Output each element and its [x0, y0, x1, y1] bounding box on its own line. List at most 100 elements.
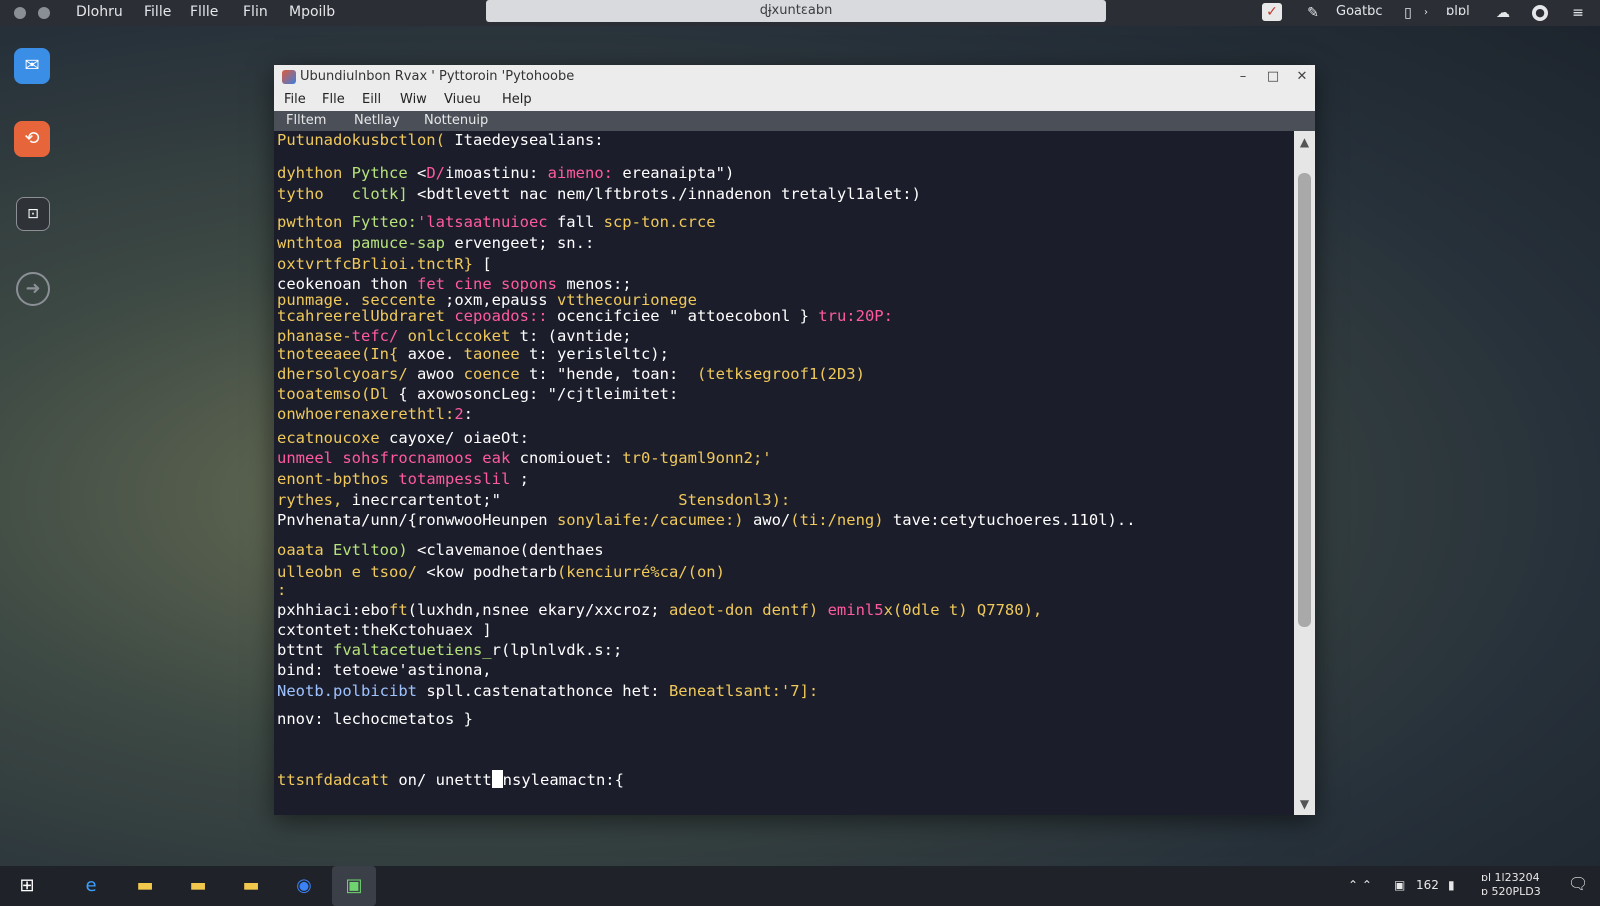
scroll-down-icon[interactable]: ▼	[1294, 797, 1315, 811]
menu-view[interactable]: Viueu	[444, 92, 481, 107]
terminal-line: unmeel sohsfrocnamoos eak cnomiouet: tr0…	[277, 449, 772, 467]
windows-start-icon[interactable]: ⊞	[12, 872, 42, 900]
terminal-line: ttsnfdadcatt on/ unettt nsyleamactn:{	[277, 770, 624, 789]
terminal-text: totampesslil	[398, 470, 520, 488]
terminal-line: pwthton Fytteo:'latsaatnuioec fall scp-t…	[277, 213, 716, 231]
close-icon[interactable]: ✕	[1293, 68, 1311, 86]
window-titlebar[interactable]: Ubundiulnbon Rvax ' Pyttoroin 'Pytohoobe…	[274, 65, 1315, 89]
terminal-line: nnov: lechocmetatos }	[277, 710, 473, 728]
file-explorer-icon[interactable]: ▬	[130, 872, 160, 900]
terminal-line: tooatemso(Dl { axowosoncLeg: "/cjtleimit…	[277, 385, 678, 403]
terminal-text: enont-bpthos	[277, 470, 399, 488]
terminal-line: dhersolcyoars/ awoo coence t: "hende, to…	[277, 365, 865, 383]
tray-volume-icon[interactable]: ▮	[1448, 878, 1455, 892]
terminal-line: oxtvrtfcBrlioi.tnctR} [	[277, 255, 492, 273]
clock-time: ɒl 1l23204	[1481, 871, 1540, 884]
terminal-text: onlclccoket	[407, 327, 520, 345]
terminal-text: oaata	[277, 541, 333, 559]
terminal-text: D/	[426, 164, 445, 182]
terminal-text: Beneatlsant:'7]:	[668, 682, 819, 700]
top-menu-item[interactable]: Dlohru	[76, 4, 123, 20]
edge-browser-icon[interactable]: e	[76, 872, 106, 900]
terminal-output[interactable]: Putunadokusbctlon( Itaedeysealians: dyhth…	[274, 131, 1294, 815]
terminal-text: r(lplnlvdk.s:;	[491, 641, 623, 659]
terminal-text: lechocmetatos }	[333, 710, 473, 728]
close-dot-icon[interactable]	[14, 7, 26, 19]
terminal-window: Ubundiulnbon Rvax ' Pyttoroin 'Pytohoobe…	[274, 65, 1315, 815]
menu-icon[interactable]: ≡	[1568, 3, 1588, 23]
maximize-icon[interactable]: □	[1264, 68, 1282, 86]
cloud-icon[interactable]: ☁	[1493, 3, 1513, 23]
app-icon[interactable]: ⟲	[14, 121, 50, 157]
terminal-text: <kow podhetarb	[426, 563, 557, 581]
status-label-2[interactable]: ɒlɒl	[1446, 4, 1470, 19]
top-menu-item[interactable]: Flin	[243, 4, 268, 20]
terminal-text: {ronwwooHeunpen	[407, 511, 557, 529]
menu-flle[interactable]: Flle	[322, 92, 345, 107]
terminal-text: ulleobn e tsoo/	[277, 563, 427, 581]
terminal-line: bttnt fvaltacetuetiens_r(lplnlvdk.s:;	[277, 641, 622, 659]
top-menu-item[interactable]: Mpoilb	[289, 4, 335, 20]
terminal-text: Pythce	[351, 164, 417, 182]
tab-nottenuip[interactable]: Nottenuip	[424, 113, 488, 128]
menu-file[interactable]: File	[284, 92, 306, 107]
terminal-text: taonee	[463, 345, 529, 363]
tray-chevron-icon[interactable]: ⌃ ⌃	[1348, 878, 1372, 892]
tray-network-icon[interactable]: ▣	[1394, 878, 1405, 892]
terminal-text: awo/	[752, 511, 791, 529]
user-icon[interactable]: ●	[1532, 5, 1548, 21]
scroll-up-icon[interactable]: ▲	[1294, 135, 1315, 149]
panel-icon[interactable]: ▯	[1398, 3, 1418, 23]
top-menu-item[interactable]: Fille	[144, 4, 171, 20]
menu-eill[interactable]: Eill	[362, 92, 381, 107]
tray-text[interactable]: 162	[1416, 878, 1439, 892]
terminal-text: Putunadokusbctlon(	[277, 131, 455, 149]
terminal-text: Itaedeysealians:	[454, 131, 604, 149]
terminal-text: tytho	[277, 185, 352, 203]
terminal-text: scp-ton.crce	[603, 213, 716, 231]
terminal-line: Putunadokusbctlon( Itaedeysealians:	[277, 131, 604, 149]
chat-icon[interactable]: ✉	[14, 48, 50, 84]
terminal-text: dyhthon	[277, 164, 352, 182]
terminal-line: dyhthon Pythce <D/imoastinu: aimeno: ere…	[277, 164, 734, 182]
text-cursor	[491, 770, 503, 788]
menu-wiw[interactable]: Wiw	[400, 92, 427, 107]
tab-netllay[interactable]: Netllay	[354, 113, 400, 128]
terminal-line: rythes, inecrcartentot;" Stensdonl3):	[277, 491, 790, 509]
terminal-text: cayoxe/ oiaeOt:	[388, 429, 529, 447]
top-menu-item[interactable]: Fllle	[190, 4, 218, 20]
tab-filtem[interactable]: Flltem	[286, 113, 326, 128]
terminal-text: pxhhiaci:ebo	[277, 601, 389, 619]
terminal-text: t: yerisleltc);	[528, 345, 669, 363]
terminal-text: t: "hende, toan:	[528, 365, 697, 383]
terminal-text: clotk]	[351, 185, 417, 203]
minimize-icon[interactable]: –	[1234, 68, 1252, 86]
status-label[interactable]: Goatbc	[1336, 4, 1383, 19]
menu-help[interactable]: Help	[502, 92, 532, 107]
terminal-text: Fytteo:	[351, 213, 417, 231]
terminal-text: fall	[556, 213, 604, 231]
terminal-text: <clavemanoe(denthaes	[417, 541, 604, 559]
notifications-icon[interactable]: 🗨	[1568, 874, 1588, 893]
clock[interactable]: ɒl 1l23204 ɒ 520PLD3	[1481, 871, 1541, 899]
terminal-text: ecatnoucoxe	[277, 429, 389, 447]
app-blue-icon[interactable]: ◉	[289, 872, 319, 900]
terminal-text: pamuce-sap	[351, 234, 455, 252]
minimize-dot-icon[interactable]	[38, 7, 50, 19]
update-icon[interactable]: ➜	[16, 272, 50, 306]
folder2-icon[interactable]: ▬	[236, 872, 266, 900]
chevron-icon[interactable]: ›	[1416, 3, 1436, 23]
terminal-text: bind:	[277, 661, 333, 679]
vertical-scrollbar[interactable]: ▲ ▼	[1294, 131, 1315, 815]
search-input[interactable]: ɖɉxuntεabn	[486, 0, 1106, 22]
terminal-text: ;	[519, 470, 529, 488]
folder-icon[interactable]: ▬	[183, 872, 213, 900]
edit-icon[interactable]: ✎	[1303, 3, 1323, 23]
green-app-icon[interactable]: ▣	[332, 866, 376, 906]
app-badge-icon[interactable]: ✓	[1262, 3, 1282, 21]
scroll-thumb[interactable]	[1298, 173, 1311, 627]
terminal-text: "/cjtleimitet:	[547, 385, 679, 403]
terminal-text: Stensdonl3):	[500, 491, 791, 509]
screenshot-icon[interactable]: ⊡	[16, 197, 50, 231]
terminal-text: <	[416, 164, 427, 182]
